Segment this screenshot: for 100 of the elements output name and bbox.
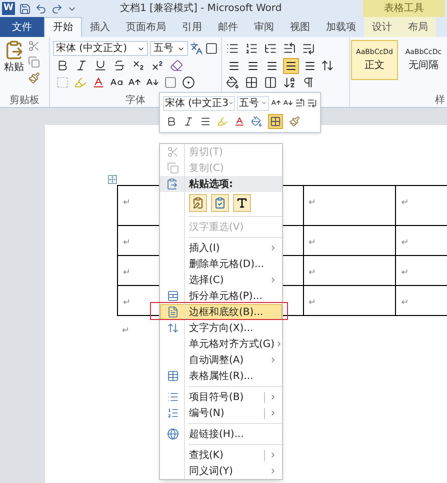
multilevel-list-icon[interactable] bbox=[264, 42, 277, 55]
menu-item[interactable]: 删除单元格(D)... bbox=[160, 256, 282, 272]
table-cell[interactable]: ↵ bbox=[304, 186, 396, 226]
font-color-icon[interactable] bbox=[92, 76, 105, 89]
ribbon-tab[interactable]: 插入 bbox=[82, 17, 118, 37]
paste-text-only-button[interactable] bbox=[233, 194, 251, 212]
borders-icon[interactable] bbox=[245, 76, 258, 89]
strikethrough-icon[interactable] bbox=[113, 59, 126, 72]
menu-header-label: 粘贴选项: bbox=[188, 178, 233, 192]
font-name-field[interactable]: 宋体 (中文正3 bbox=[163, 96, 235, 111]
borders-icon bbox=[270, 116, 281, 128]
save-icon[interactable] bbox=[19, 2, 31, 14]
font-size-field[interactable]: 五号 bbox=[237, 96, 269, 111]
table-cell[interactable]: ↵ bbox=[304, 226, 396, 256]
align-button[interactable] bbox=[283, 58, 299, 74]
table-cell[interactable]: ↵ bbox=[304, 256, 396, 286]
sort-icon[interactable] bbox=[283, 76, 296, 89]
align-lines-icon bbox=[247, 60, 259, 72]
globe-icon bbox=[167, 428, 179, 440]
copy-icon[interactable] bbox=[28, 56, 40, 68]
menu-item[interactable]: 文字方向(X)... bbox=[160, 320, 282, 336]
ribbon-tab[interactable]: 引用 bbox=[174, 17, 210, 37]
ribbon-tab[interactable]: 审阅 bbox=[246, 17, 282, 37]
menu-item[interactable]: 插入(I) bbox=[160, 240, 282, 256]
increase-indent-icon[interactable] bbox=[307, 98, 317, 108]
split-cells-icon bbox=[167, 290, 179, 302]
numbered-list-icon bbox=[167, 407, 179, 419]
align-lines-icon bbox=[228, 60, 240, 72]
table-cell[interactable]: ↵ bbox=[396, 186, 447, 226]
menu-item[interactable]: 选择(C) bbox=[160, 272, 282, 288]
menu-item[interactable]: 单元格对齐方式(G) bbox=[160, 336, 282, 352]
paragraph-mark: ↵ bbox=[122, 325, 130, 338]
undo-icon[interactable] bbox=[35, 2, 47, 14]
clipboard-pen-icon bbox=[192, 197, 204, 209]
text-direction-icon bbox=[167, 322, 179, 334]
menu-item[interactable]: 自动调整(A) bbox=[160, 352, 282, 368]
borders-button[interactable] bbox=[268, 114, 283, 130]
letter-t-icon bbox=[236, 197, 248, 209]
ribbon-tab[interactable]: 开始 bbox=[44, 17, 82, 37]
ribbon-tab[interactable]: 页面布局 bbox=[118, 17, 174, 37]
ribbon-tab[interactable]: 视图 bbox=[282, 17, 318, 37]
font-size-field[interactable]: 五号 bbox=[150, 41, 188, 56]
document-icon bbox=[167, 306, 179, 318]
ribbon-tab[interactable]: 邮件 bbox=[210, 17, 246, 37]
menu-item[interactable]: 超链接(H)... bbox=[160, 426, 282, 442]
format-painter-icon[interactable] bbox=[289, 116, 300, 128]
align-lines-icon bbox=[304, 60, 316, 72]
table-cell[interactable]: ↵ bbox=[396, 256, 447, 286]
group-label: 样 bbox=[434, 94, 446, 107]
align-lines-icon bbox=[285, 60, 297, 72]
table-cell[interactable]: ↵ bbox=[396, 226, 447, 256]
menu-item[interactable]: 同义词(Y) bbox=[160, 463, 282, 479]
italic-icon[interactable] bbox=[75, 59, 88, 72]
table-cell[interactable]: ↵ bbox=[304, 286, 396, 316]
clear-formatting-icon[interactable] bbox=[170, 59, 183, 72]
ribbon-tab[interactable]: 布局 bbox=[400, 17, 436, 37]
subscript-icon[interactable] bbox=[132, 59, 145, 72]
menu-item[interactable]: 拆分单元格(P)... bbox=[160, 288, 282, 304]
line-spacing-icon[interactable] bbox=[321, 59, 334, 72]
copy-icon bbox=[167, 162, 179, 174]
decrease-indent-icon[interactable] bbox=[295, 98, 305, 108]
clipboard-icon bbox=[4, 40, 24, 60]
redo-icon[interactable] bbox=[51, 2, 63, 14]
bold-icon[interactable] bbox=[166, 116, 177, 128]
menu-item[interactable]: 表格属性(R)... bbox=[160, 368, 282, 384]
align-lines-icon bbox=[266, 60, 278, 72]
contextual-tab-group-label: 表格工具 bbox=[363, 0, 445, 17]
menu-item[interactable]: 编号(N) bbox=[160, 405, 282, 421]
paste-keep-formatting-button[interactable] bbox=[189, 194, 207, 212]
table-move-handle-icon[interactable] bbox=[108, 175, 117, 184]
paste-merge-formatting-button[interactable] bbox=[211, 194, 229, 212]
clipboard-check-icon bbox=[214, 197, 226, 209]
show-marks-icon[interactable] bbox=[302, 76, 315, 89]
clipboard-icon bbox=[166, 178, 178, 190]
menu-item[interactable]: 边框和底纹(B)... bbox=[160, 304, 282, 320]
table-icon bbox=[167, 370, 179, 382]
ribbon-tab[interactable]: 设计 bbox=[364, 17, 400, 37]
ribbon-tab[interactable]: 加载项 bbox=[318, 17, 364, 37]
increase-indent-icon[interactable] bbox=[302, 42, 315, 55]
window-title: 文档1 [兼容模式] - Microsoft Word bbox=[120, 2, 283, 16]
app-logo[interactable]: W bbox=[2, 2, 15, 15]
superscript-icon[interactable] bbox=[151, 59, 164, 72]
font-color-icon[interactable] bbox=[234, 116, 245, 128]
bold-icon[interactable] bbox=[56, 59, 69, 72]
menu-item[interactable]: 查找(K) bbox=[160, 447, 282, 463]
group-label: 字体 bbox=[126, 94, 146, 107]
decrease-indent-icon[interactable] bbox=[283, 42, 296, 55]
menu-item[interactable]: 项目符号(B) bbox=[160, 389, 282, 405]
format-painter-icon[interactable] bbox=[28, 72, 40, 84]
numbering-icon[interactable] bbox=[245, 42, 258, 55]
ribbon-tab[interactable]: 文件 bbox=[0, 17, 44, 37]
center-align-icon[interactable] bbox=[200, 116, 211, 128]
underline-icon[interactable] bbox=[94, 59, 107, 72]
italic-icon[interactable] bbox=[183, 116, 194, 128]
font-name-field[interactable]: 宋体 (中文正文) bbox=[53, 41, 148, 56]
dropdown-caret-icon bbox=[261, 100, 267, 106]
shading-icon[interactable] bbox=[226, 76, 239, 89]
table-cell[interactable]: ↵ bbox=[396, 286, 447, 316]
cut-icon[interactable] bbox=[28, 40, 40, 52]
paste-button[interactable]: 粘贴 bbox=[0, 37, 28, 93]
